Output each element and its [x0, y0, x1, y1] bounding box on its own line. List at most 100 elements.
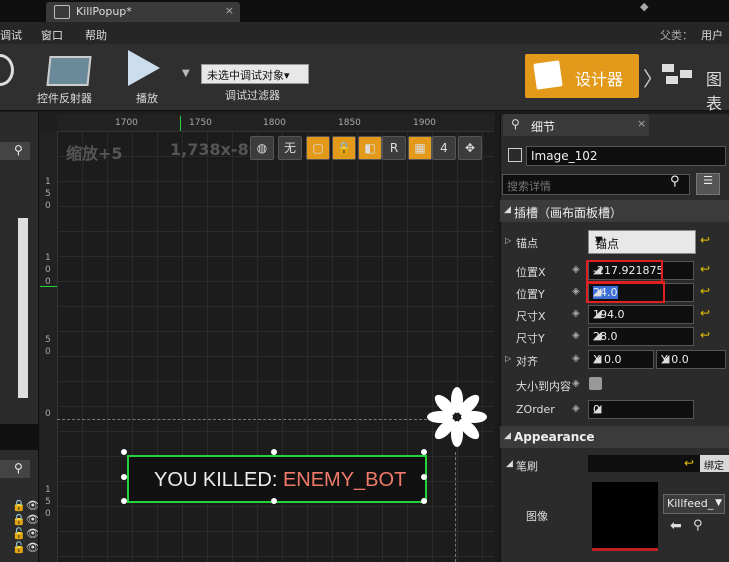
- texture-asset-name: Killfeed_: [667, 497, 714, 510]
- palette-search[interactable]: ⚲: [0, 142, 30, 160]
- document-tab[interactable]: KillPopup* ×: [46, 2, 240, 22]
- image-widget-icon: [508, 148, 522, 162]
- view-options-icon[interactable]: ☰: [696, 173, 720, 195]
- bind-icon[interactable]: ◈: [572, 353, 580, 364]
- details-search-placeholder: 搜索详情: [507, 180, 551, 193]
- reset-icon[interactable]: ↩: [700, 306, 710, 320]
- size-x-field[interactable]: 194.0 ◢: [588, 305, 694, 324]
- widget-reflector-icon[interactable]: [46, 56, 92, 86]
- localize-none-button[interactable]: 无: [278, 136, 302, 160]
- autosize-checkbox[interactable]: [589, 377, 602, 390]
- globe-icon[interactable]: ◍: [250, 136, 274, 160]
- anchor-flower-icon[interactable]: [425, 385, 489, 449]
- size-x-label: 尺寸X: [516, 310, 546, 323]
- play-options-chevron-icon[interactable]: ▼: [182, 68, 190, 79]
- reset-icon[interactable]: ↩: [684, 456, 694, 470]
- reset-icon[interactable]: ↩: [700, 328, 710, 342]
- size-y-field[interactable]: 28.0 ◢: [588, 327, 694, 346]
- resize-handle[interactable]: [271, 498, 277, 504]
- graph-mode-icon[interactable]: [660, 62, 700, 86]
- play-label[interactable]: 播放: [136, 90, 158, 106]
- slot-section-header[interactable]: 插槽（画布面板槽）: [500, 200, 729, 222]
- align-x-field[interactable]: X 0.0 ◢: [588, 350, 654, 369]
- texture-asset-dropdown[interactable]: Killfeed_ ▼: [663, 494, 725, 514]
- autosize-label: 大小到内容: [516, 380, 571, 393]
- bind-icon[interactable]: ◈: [572, 330, 580, 341]
- anchor-label: 锚点: [516, 237, 538, 250]
- drag-handle-icon: ◢: [593, 402, 602, 415]
- menu-debug[interactable]: 调试: [0, 27, 22, 43]
- chevron-down-icon: ▼: [595, 235, 603, 246]
- search-icon: ⚲: [511, 117, 520, 131]
- details-search-input[interactable]: 搜索详情: [502, 174, 690, 195]
- close-icon[interactable]: ×: [637, 117, 646, 130]
- menu-help[interactable]: 帮助: [85, 27, 107, 43]
- resize-handle[interactable]: [421, 498, 427, 504]
- use-selected-asset-icon[interactable]: ⬅: [670, 518, 682, 534]
- search-icon: ⚲: [14, 143, 23, 157]
- ruler-tick: 1750: [189, 118, 212, 128]
- appearance-section-header[interactable]: Appearance: [500, 426, 729, 448]
- expand-arrow-icon[interactable]: ▷: [505, 354, 511, 363]
- palette-scrollbar[interactable]: [18, 218, 28, 398]
- zorder-field[interactable]: 0 ◢: [588, 400, 694, 419]
- transform-icon[interactable]: ✥: [458, 136, 482, 160]
- menu-window[interactable]: 窗口: [41, 27, 63, 43]
- resize-handle[interactable]: [421, 474, 427, 480]
- texture-thumbnail[interactable]: [592, 482, 658, 551]
- collapse-arrow-icon[interactable]: ◢: [504, 205, 511, 215]
- widget-name-field[interactable]: Image_102: [526, 146, 726, 166]
- resize-handle[interactable]: [271, 449, 277, 455]
- play-icon[interactable]: [128, 50, 160, 86]
- ruler-tick: 1700: [115, 118, 138, 128]
- search-icon[interactable]: ⚲: [670, 174, 680, 189]
- parent-class-value[interactable]: 用户: [701, 27, 723, 43]
- resize-handle[interactable]: [121, 449, 127, 455]
- lock-icon[interactable]: 🔒: [332, 136, 356, 160]
- debug-object-dropdown[interactable]: 未选中调试对象▾: [201, 64, 309, 84]
- resize-handle[interactable]: [121, 498, 127, 504]
- reset-icon[interactable]: ↩: [700, 233, 710, 247]
- hierarchy-search[interactable]: ⚲: [0, 460, 30, 478]
- reset-icon[interactable]: ↩: [700, 262, 710, 276]
- collapse-arrow-icon[interactable]: ◢: [504, 431, 511, 441]
- details-tab[interactable]: ⚲ 细节 ×: [503, 114, 649, 136]
- bind-button[interactable]: 绑定: [700, 455, 729, 472]
- designer-mode-button[interactable]: 设计器: [525, 54, 639, 98]
- collapse-arrow-icon[interactable]: ◢: [506, 459, 513, 469]
- grid-size-button[interactable]: 4: [432, 136, 456, 160]
- highlight-box: [586, 281, 665, 303]
- debug-object-value: 未选中调试对象▾: [207, 69, 290, 82]
- drag-handle-icon: ◢: [593, 352, 602, 365]
- image-label: 图像: [526, 510, 548, 523]
- grid-snap-icon[interactable]: ▦: [408, 136, 432, 160]
- close-tab-icon[interactable]: ×: [225, 4, 234, 17]
- widget-reflector-label[interactable]: 控件反射器: [37, 90, 92, 106]
- bind-icon[interactable]: ◈: [572, 264, 580, 275]
- left-ruler-ticks: 150 100 50 0 150: [45, 177, 51, 519]
- kill-popup-widget[interactable]: YOU KILLED: ENEMY_BOT: [127, 455, 427, 503]
- align-y-field[interactable]: Y 0.0 ◢: [656, 350, 726, 369]
- debug-filter-label: 调试过滤器: [225, 89, 280, 102]
- bind-icon[interactable]: ◈: [572, 308, 580, 319]
- anchor-dropdown[interactable]: 锚点 ▼: [588, 230, 696, 254]
- parent-class-label: 父类：: [660, 29, 693, 42]
- reset-icon[interactable]: ↩: [700, 284, 710, 298]
- designer-icon: [533, 60, 563, 90]
- r-toggle-button[interactable]: R: [382, 136, 406, 160]
- snap-icon[interactable]: ◧: [358, 136, 382, 160]
- outline-toggle-icon[interactable]: ▢: [306, 136, 330, 160]
- visibility-eye-icons[interactable]: 🔒👁 🔒👁 🔓👁 🔓👁: [12, 499, 40, 555]
- resize-handle[interactable]: [421, 449, 427, 455]
- browse-asset-search-icon[interactable]: ⚲: [693, 518, 703, 533]
- window-control-icon[interactable]: ◆: [640, 0, 654, 13]
- bind-icon[interactable]: ◈: [572, 378, 580, 389]
- pos-x-label: 位置X: [516, 266, 546, 279]
- graph-mode-label[interactable]: 图表: [706, 66, 729, 114]
- bind-icon[interactable]: ◈: [572, 286, 580, 297]
- expand-arrow-icon[interactable]: ▷: [505, 236, 511, 245]
- bind-icon[interactable]: ◈: [572, 403, 580, 414]
- widget-name-value: Image_102: [531, 149, 598, 163]
- resize-handle[interactable]: [121, 474, 127, 480]
- kill-popup-text: YOU KILLED: ENEMY_BOT: [154, 469, 406, 492]
